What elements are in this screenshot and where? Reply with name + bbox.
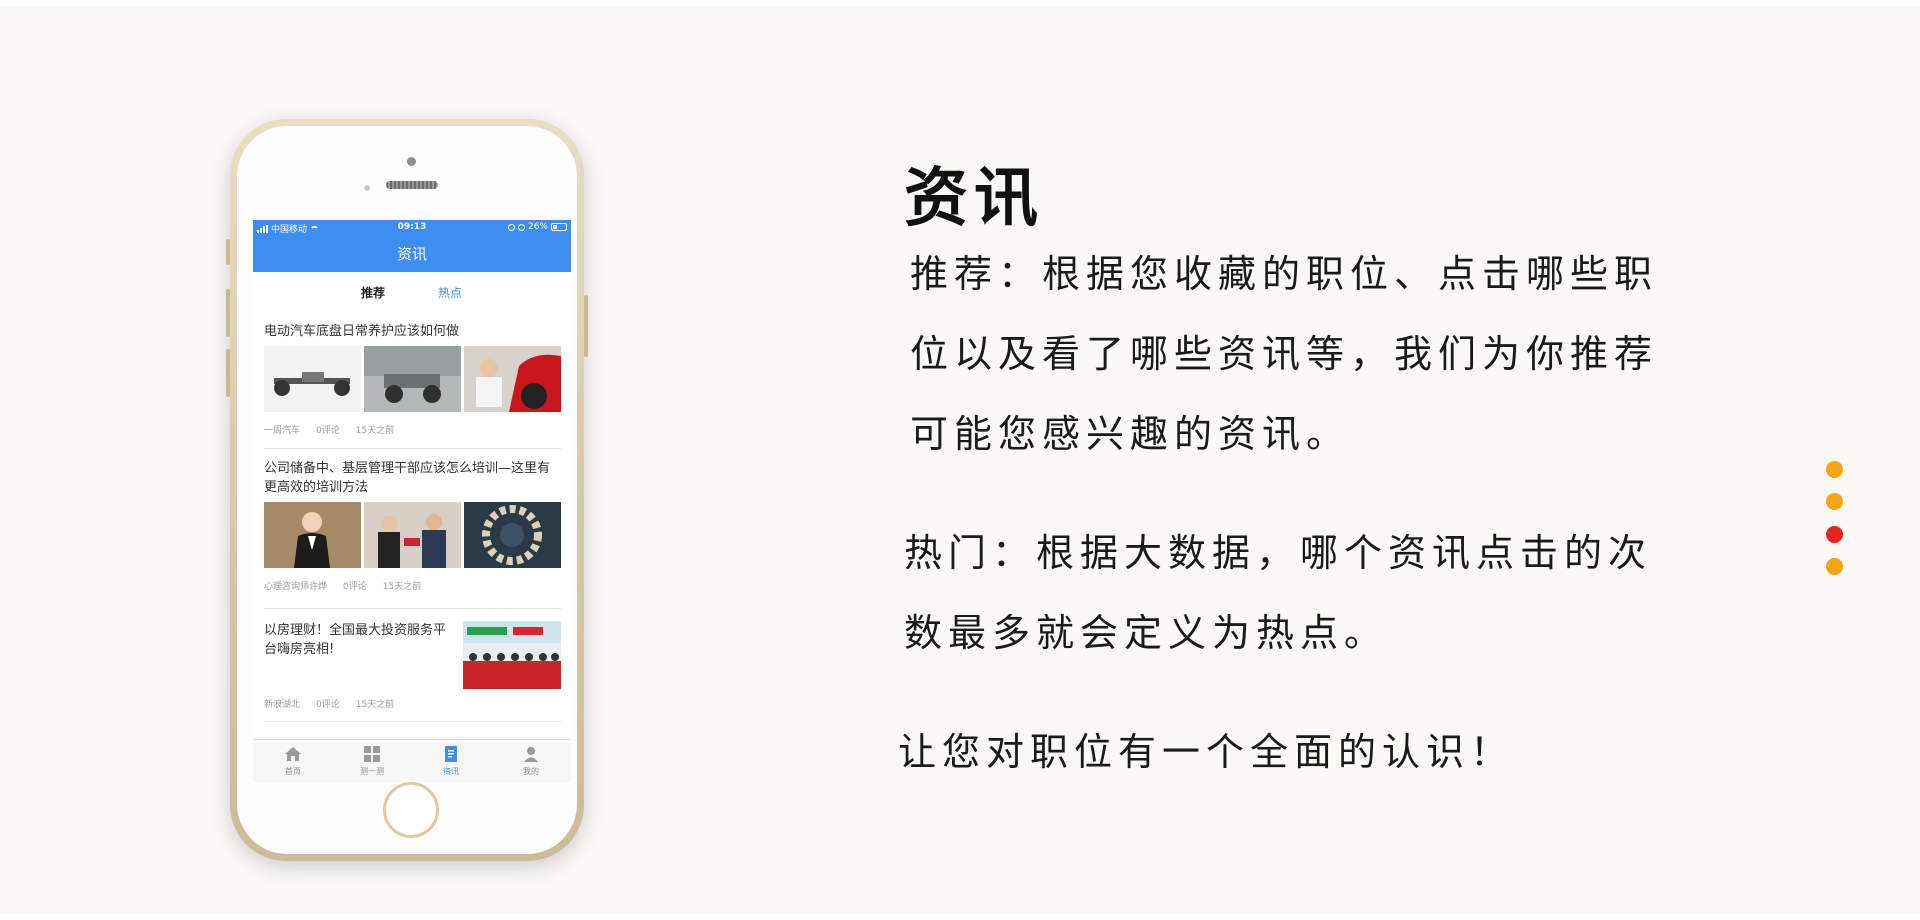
page-canvas: 中国移动 09:13 26% 资讯 推荐 热点 电动汽车底盘日常养护应该如何做 … — [0, 7, 1920, 913]
news-title: 公司储备中、基层管理干部应该怎么培训—这里有更高效的培训方法 — [264, 461, 551, 495]
feed-tabs: 推荐 热点 — [253, 272, 571, 312]
news-thumbnail — [464, 502, 561, 568]
pager-dot[interactable] — [1826, 493, 1843, 510]
app-header-title: 资讯 — [253, 236, 571, 272]
closing-statement: 让您对职位有一个全面的认识！ — [898, 730, 1515, 774]
power-button — [584, 295, 588, 357]
tabbar-item-profile[interactable]: 我的 — [501, 744, 561, 777]
news-comments: 0评论 — [316, 700, 340, 710]
news-thumbnail — [464, 346, 561, 412]
volume-down-button — [226, 349, 230, 397]
news-thumbnail — [264, 502, 361, 568]
battery-icon — [551, 223, 567, 231]
news-source: 心理咨询师许烨 — [264, 582, 328, 592]
tabbar-label: 测一测 — [360, 767, 384, 776]
front-camera — [407, 157, 416, 166]
news-item[interactable]: 电动汽车底盘日常养护应该如何做 一周汽车 0评论 15天之前 — [264, 312, 561, 449]
recommend-description: 推荐：根据您收藏的职位、点击哪些职位以及看了哪些资讯等，我们为你推荐可能您感兴趣… — [910, 252, 1659, 456]
orientation-lock-icon — [507, 223, 515, 231]
tabbar-label: 我的 — [523, 767, 539, 776]
mute-switch — [226, 239, 230, 265]
proximity-sensor — [364, 185, 370, 191]
volume-up-button — [226, 289, 230, 337]
bottom-tabbar: 首页 测一测 资讯 我的 — [253, 739, 571, 782]
phone-face: 中国移动 09:13 26% 资讯 推荐 热点 电动汽车底盘日常养护应该如何做 … — [237, 126, 577, 854]
news-source: 一周汽车 — [264, 426, 301, 436]
status-bar: 中国移动 09:13 26% — [253, 220, 571, 236]
news-comments: 0评论 — [316, 426, 340, 436]
user-icon — [524, 747, 538, 762]
news-title: 电动汽车底盘日常养护应该如何做 — [264, 324, 460, 339]
news-time: 15天之前 — [382, 582, 422, 592]
news-thumbnail — [364, 502, 461, 568]
earpiece-speaker — [386, 181, 438, 189]
pager-dot[interactable] — [1826, 461, 1843, 478]
hot-description: 热门：根据大数据，哪个资讯点击的次数最多就会定义为热点。 — [904, 531, 1653, 655]
tabbar-item-news[interactable]: 资讯 — [421, 744, 481, 777]
news-time: 15天之前 — [355, 700, 395, 710]
tabbar-label: 资讯 — [443, 767, 459, 776]
news-item[interactable]: 以房理财！全国最大投资服务平台嗨房亮相! 新浪湖北 0评论 15天之前 — [264, 609, 561, 722]
news-source: 新浪湖北 — [264, 700, 301, 710]
phone-screen: 中国移动 09:13 26% 资讯 推荐 热点 电动汽车底盘日常养护应该如何做 … — [253, 220, 571, 782]
home-button — [383, 782, 439, 838]
battery-percent: 26% — [527, 222, 548, 232]
news-comments: 0评论 — [343, 582, 367, 592]
news-item[interactable]: 公司储备中、基层管理干部应该怎么培训—这里有更高效的培训方法 心理咨询师许烨 0… — [264, 449, 561, 609]
pager-dot-active[interactable] — [1826, 526, 1843, 543]
tabbar-item-test[interactable]: 测一测 — [342, 744, 402, 777]
pager-dot[interactable] — [1826, 558, 1843, 575]
home-icon — [285, 747, 301, 761]
news-time: 15天之前 — [355, 426, 395, 436]
tabbar-label: 首页 — [285, 767, 301, 776]
news-thumbnail — [463, 621, 561, 689]
alarm-icon — [517, 223, 525, 231]
tabbar-item-home[interactable]: 首页 — [263, 744, 323, 777]
tab-hot[interactable]: 热点 — [438, 284, 462, 301]
phone-mockup: 中国移动 09:13 26% 资讯 推荐 热点 电动汽车底盘日常养护应该如何做 … — [226, 119, 588, 861]
grid-icon — [364, 746, 380, 762]
news-title: 以房理财！全国最大投资服务平台嗨房亮相! — [264, 623, 447, 657]
tab-recommend[interactable]: 推荐 — [361, 284, 385, 301]
news-icon — [445, 746, 457, 762]
news-thumbnail — [364, 346, 461, 412]
page-title: 资讯 — [904, 161, 1044, 236]
news-thumbnail — [264, 346, 361, 412]
